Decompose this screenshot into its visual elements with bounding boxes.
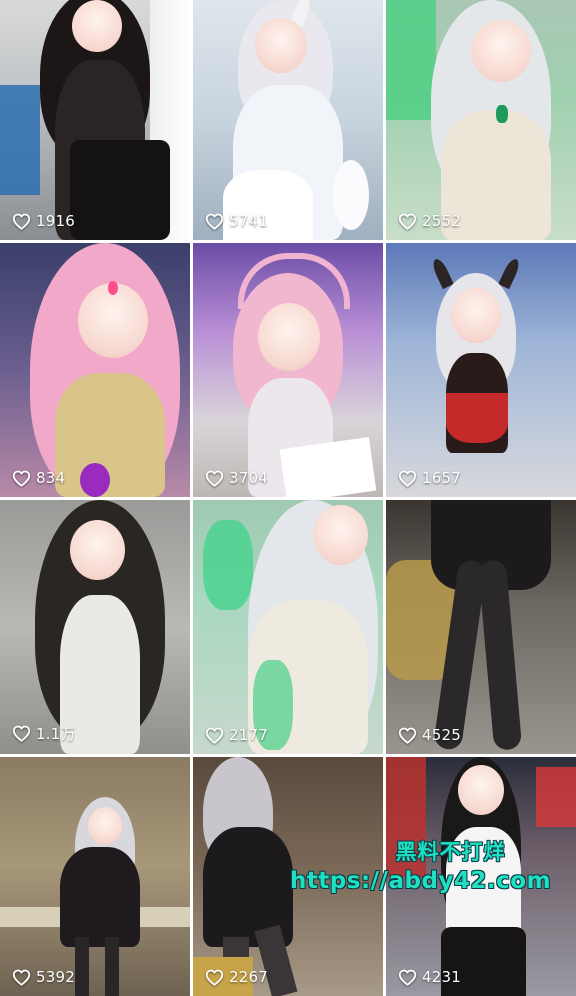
video-tile[interactable]: 1.1万 [0, 500, 190, 754]
thumbnail-image [386, 243, 576, 497]
like-count-text: 2177 [229, 726, 268, 744]
thumbnail-image [386, 757, 576, 996]
heart-icon [205, 470, 224, 487]
thumbnail-image [0, 243, 190, 497]
like-count: 1.1万 [12, 723, 76, 744]
like-count: 2267 [205, 968, 268, 986]
like-count-text: 834 [36, 469, 66, 487]
heart-icon [398, 727, 417, 744]
thumbnail-image [193, 757, 383, 996]
video-tile[interactable]: 834 [0, 243, 190, 497]
video-tile[interactable]: 1657 [386, 243, 576, 497]
video-grid: 1916 5741 2552 834 3704 1657 1.1万 2177 4… [0, 0, 576, 996]
like-count-text: 2552 [422, 212, 461, 230]
video-tile[interactable]: 5392 [0, 757, 190, 996]
like-count: 5392 [12, 968, 75, 986]
thumbnail-image [0, 0, 190, 240]
video-tile[interactable]: 4231 [386, 757, 576, 996]
like-count-text: 5741 [229, 212, 268, 230]
like-count: 834 [12, 469, 65, 487]
like-count-text: 1916 [36, 212, 75, 230]
like-count: 1657 [398, 469, 461, 487]
video-tile[interactable]: 3704 [193, 243, 383, 497]
heart-icon [205, 213, 224, 230]
heart-icon [12, 969, 31, 986]
video-tile[interactable]: 1916 [0, 0, 190, 240]
like-count-text: 4525 [422, 726, 461, 744]
thumbnail-image [386, 500, 576, 754]
video-tile[interactable]: 2177 [193, 500, 383, 754]
thumbnail-image [0, 757, 190, 996]
like-count-text: 3704 [229, 469, 268, 487]
thumbnail-image [386, 0, 576, 240]
heart-icon [205, 727, 224, 744]
like-count: 4231 [398, 968, 461, 986]
video-tile[interactable]: 4525 [386, 500, 576, 754]
video-tile[interactable]: 2267 [193, 757, 383, 996]
video-tile[interactable]: 2552 [386, 0, 576, 240]
like-count-text: 1.1万 [36, 725, 76, 743]
heart-icon [12, 213, 31, 230]
heart-icon [398, 470, 417, 487]
heart-icon [12, 725, 31, 742]
like-count-text: 2267 [229, 968, 268, 986]
like-count: 5741 [205, 212, 268, 230]
like-count: 2177 [205, 726, 268, 744]
heart-icon [398, 969, 417, 986]
like-count-text: 4231 [422, 968, 461, 986]
like-count: 1916 [12, 212, 75, 230]
thumbnail-image [193, 243, 383, 497]
like-count: 3704 [205, 469, 268, 487]
like-count-text: 5392 [36, 968, 75, 986]
heart-icon [12, 470, 31, 487]
like-count-text: 1657 [422, 469, 461, 487]
like-count: 2552 [398, 212, 461, 230]
video-tile[interactable]: 5741 [193, 0, 383, 240]
heart-icon [205, 969, 224, 986]
thumbnail-image [193, 0, 383, 240]
thumbnail-image [0, 500, 190, 754]
thumbnail-image [193, 500, 383, 754]
like-count: 4525 [398, 726, 461, 744]
heart-icon [398, 213, 417, 230]
